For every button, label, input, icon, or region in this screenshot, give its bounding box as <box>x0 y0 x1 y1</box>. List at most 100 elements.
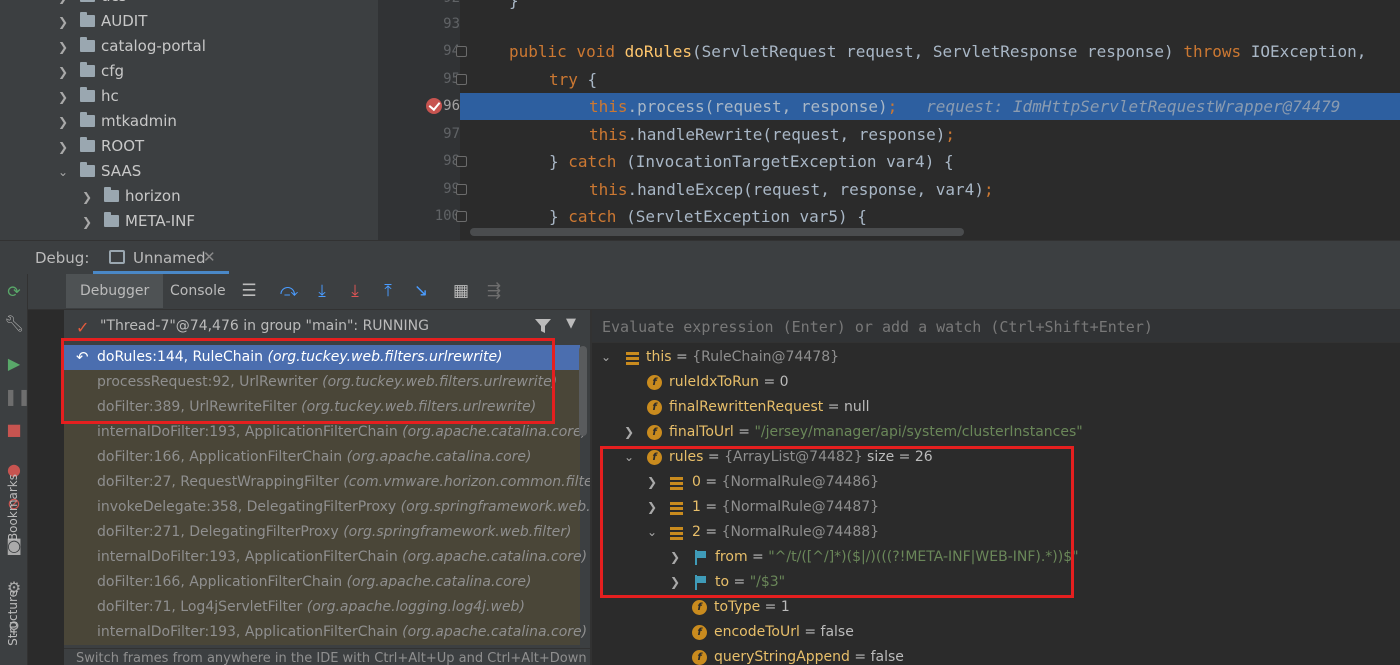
debug-session-tab[interactable]: Unnamed ✕ <box>93 241 229 274</box>
folder-icon <box>80 0 95 2</box>
editor-gutter[interactable]: 92 93 94 95 96 97 98 99 100 <box>378 0 460 240</box>
debug-session-icon <box>109 250 125 264</box>
fold-marker-icon[interactable] <box>456 211 467 222</box>
evaluate-expression-icon[interactable]: ▦ <box>450 280 472 302</box>
force-step-into-icon[interactable]: ⤓ <box>344 280 366 302</box>
frame-row[interactable]: invokeDelegate:358, DelegatingFilterProx… <box>64 495 590 520</box>
inline-debug-value: request: IdmHttpServletRequestWrapper@74… <box>926 97 1341 116</box>
chevron-right-icon[interactable]: ❯ <box>56 10 70 35</box>
debug-session-label: Unnamed <box>133 249 206 267</box>
folder-icon <box>80 112 95 127</box>
tree-item-audit[interactable]: ❯ AUDIT <box>56 9 147 34</box>
step-into-icon[interactable]: ⤓ <box>311 280 333 302</box>
code-line-97: this.handleRewrite(request, response); <box>589 125 956 144</box>
fold-marker-icon[interactable] <box>456 156 467 167</box>
tree-item-label: hc <box>101 87 119 105</box>
tree-item-hc[interactable]: ❯ hc <box>56 84 119 109</box>
run-to-cursor-icon[interactable]: ↘ <box>410 280 432 302</box>
chevron-down-icon[interactable]: ⌄ <box>601 345 611 370</box>
editor-horizontal-scrollbar[interactable] <box>470 228 964 236</box>
chevron-down-icon[interactable]: ⌄ <box>56 160 70 185</box>
tree-item-saas[interactable]: ⌄ SAAS <box>56 159 141 184</box>
tree-item-mtkadmin[interactable]: ❯ mtkadmin <box>56 109 177 134</box>
frame-row[interactable]: doFilter:389, UrlRewriteFilter (org.tuck… <box>64 395 580 420</box>
evaluate-expression-input[interactable]: Evaluate expression (Enter) or add a wat… <box>592 310 1400 343</box>
frame-row[interactable]: processRequest:92, UrlRewriter (org.tuck… <box>64 370 580 395</box>
tab-debugger[interactable]: Debugger <box>66 274 164 308</box>
filter-icon[interactable] <box>534 317 552 335</box>
chevron-down-icon[interactable]: ⌄ <box>647 520 657 545</box>
tree-item-ucs[interactable]: ❯ucs <box>56 0 127 9</box>
trace-icon[interactable]: ⇶ <box>483 280 505 302</box>
tree-item-label: ROOT <box>101 137 145 155</box>
folder-icon <box>80 162 95 177</box>
code-editor[interactable]: 92 93 94 95 96 97 98 99 100 } public voi… <box>378 0 1400 240</box>
fold-marker-icon[interactable] <box>456 184 467 195</box>
line-number: 99 <box>443 181 460 197</box>
tree-item-label: SAAS <box>101 162 142 180</box>
variables-panel: Evaluate expression (Enter) or add a wat… <box>592 310 1400 665</box>
chevron-right-icon[interactable]: ❯ <box>56 85 70 110</box>
chevron-right-icon[interactable]: ❯ <box>647 495 657 520</box>
chevron-right-icon[interactable]: ❯ <box>56 110 70 135</box>
chevron-right-icon[interactable]: ❯ <box>80 185 94 210</box>
frame-row[interactable]: doFilter:27, RequestWrappingFilter (com.… <box>64 470 590 495</box>
tree-item-catalog-portal[interactable]: ❯ catalog-portal <box>56 34 206 59</box>
wrench-icon[interactable]: 🔧︎ <box>4 314 24 334</box>
chevron-right-icon[interactable]: ❯ <box>670 570 680 595</box>
frame-row[interactable]: doFilter:166, ApplicationFilterChain (or… <box>64 445 580 470</box>
line-number: 98 <box>443 153 460 169</box>
object-icon <box>625 350 640 365</box>
debug-tool-window-header: Debug: Unnamed ✕ <box>0 240 1400 274</box>
breakpoint-icon[interactable] <box>426 98 442 114</box>
tree-item-meta-inf[interactable]: ❯ META-INF <box>80 209 195 234</box>
chevron-right-icon[interactable]: ❯ <box>56 135 70 160</box>
line-number: 94 <box>443 43 460 59</box>
bookmarks-side-tab[interactable]: Bookmarks <box>6 474 20 541</box>
fold-marker-icon[interactable] <box>456 46 467 57</box>
step-out-icon[interactable]: ⤒ <box>377 280 399 302</box>
fold-marker-icon[interactable] <box>456 74 467 85</box>
code-line-99: this.handleExcep(request, response, var4… <box>589 180 994 199</box>
rerun-icon[interactable]: ⟳ <box>4 282 24 302</box>
chevron-right-icon[interactable]: ❯ <box>647 470 657 495</box>
tree-item-root[interactable]: ❯ ROOT <box>56 134 144 159</box>
frame-row[interactable]: internalDoFilter:193, ApplicationFilterC… <box>64 620 587 645</box>
stop-icon[interactable]: ■ <box>4 420 24 440</box>
object-icon <box>669 475 684 490</box>
structure-side-tab[interactable]: Structure <box>6 590 20 646</box>
frame-row[interactable]: internalDoFilter:193, ApplicationFilterC… <box>64 545 587 570</box>
frames-hint: Switch frames from anywhere in the IDE w… <box>64 648 590 665</box>
resume-icon[interactable]: ▶ <box>4 354 24 374</box>
step-over-icon[interactable]: ⤼ <box>278 280 300 302</box>
chevron-right-icon[interactable]: ❯ <box>56 60 70 85</box>
pause-icon[interactable]: ❚❚ <box>4 387 31 407</box>
frames-scrollbar[interactable] <box>579 346 587 436</box>
frame-row[interactable]: ↶ doRules:144, RuleChain (org.tuckey.web.… <box>64 345 580 370</box>
tree-item-cfg[interactable]: ❯ cfg <box>56 59 124 84</box>
code-line-94: public void doRules(ServletRequest reque… <box>509 42 1367 61</box>
frame-row[interactable]: doFilter:166, ApplicationFilterChain (or… <box>64 570 580 595</box>
chevron-right-icon[interactable]: ❯ <box>56 35 70 60</box>
thread-check-icon: ✓ <box>76 318 90 337</box>
field-icon: f <box>692 600 707 615</box>
thread-selector[interactable]: ✓ "Thread-7"@74,476 in group "main": RUN… <box>64 314 590 340</box>
menu-icon[interactable]: ☰ <box>238 280 260 302</box>
line-number: 95 <box>443 71 460 87</box>
debug-side-toolbar: ⟳ 🔧︎ ▶ ❚❚ ■ ● ⊘ ◙ ⚙ ⚲ Bookmarks Structur… <box>0 274 31 665</box>
close-icon[interactable]: ✕ <box>203 248 216 266</box>
frame-row[interactable]: internalDoFilter:193, ApplicationFilterC… <box>64 420 587 445</box>
frame-row[interactable]: doFilter:271, DelegatingFilterProxy (org… <box>64 520 580 545</box>
chevron-down-icon[interactable]: ⌄ <box>624 445 634 470</box>
folder-icon <box>80 87 95 102</box>
object-icon <box>669 525 684 540</box>
tab-console[interactable]: Console <box>156 274 240 308</box>
frame-row[interactable]: doFilter:71, Log4jServletFilter (org.apa… <box>64 595 580 620</box>
tree-item-label: mtkadmin <box>101 112 177 130</box>
tree-item-horizon[interactable]: ❯ horizon <box>80 184 181 209</box>
flag-icon <box>694 550 706 566</box>
chevron-right-icon[interactable]: ❯ <box>80 210 94 235</box>
chevron-right-icon[interactable]: ❯ <box>670 545 680 570</box>
chevron-down-icon[interactable]: ▼ <box>566 316 576 331</box>
chevron-right-icon[interactable]: ❯ <box>624 420 634 445</box>
